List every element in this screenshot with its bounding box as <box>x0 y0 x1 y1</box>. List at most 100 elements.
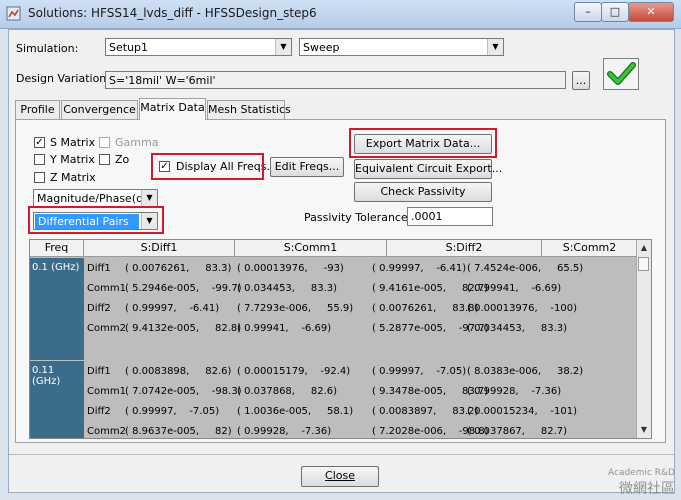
matrix-grid[interactable]: Freq S:Diff1 S:Comm1 S:Diff2 S:Comm2 0.1… <box>29 239 652 439</box>
display-all-freqs-checkbox[interactable]: ✓ <box>159 161 170 172</box>
passivity-tolerance-label: Passivity Tolerance: <box>304 211 412 224</box>
cell: ( 0.0076261, 83.8) <box>372 303 479 314</box>
cell: ( 1.0036e-005, 58.1) <box>237 406 354 417</box>
column-header-freq[interactable]: Freq <box>30 240 84 257</box>
design-variation-label: Design Variation: <box>16 72 110 85</box>
chevron-down-icon: ▼ <box>275 39 291 55</box>
edit-freqs-button[interactable]: Edit Freqs... <box>270 157 344 177</box>
cell: ( 0.99997, -7.05) <box>372 366 467 377</box>
cell: ( 8.0383e-006, 38.2) <box>467 366 584 377</box>
gamma-checkbox[interactable] <box>99 137 110 148</box>
y-matrix-label: Y Matrix <box>50 153 95 166</box>
browse-variation-button[interactable]: ... <box>572 71 590 90</box>
design-variation-field[interactable]: S='18mil' W='6mil' <box>105 71 566 89</box>
table-row[interactable]: Diff1 ( 0.0076261, 83.3) ( 0.00013976, -… <box>30 260 640 280</box>
watermark-line2: 微網社區 <box>619 481 675 497</box>
setup-value: Setup1 <box>109 41 149 54</box>
table-row[interactable]: Comm2 ( 9.4132e-005, 82.8) ( 0.99941, -6… <box>30 320 640 340</box>
chevron-down-icon: ▼ <box>487 39 503 55</box>
row-label: Comm1 <box>87 386 126 397</box>
column-header-sdiff2[interactable]: S:Diff2 <box>387 240 542 257</box>
setup-dropdown[interactable]: Setup1 ▼ <box>105 38 292 56</box>
cell: ( 9.4132e-005, 82.8) <box>125 323 242 334</box>
sweep-value: Sweep <box>303 41 340 54</box>
footer-separator <box>9 454 674 455</box>
s-matrix-checkbox[interactable]: ✓ <box>34 137 45 148</box>
app-icon <box>6 6 21 21</box>
watermark: Academic R&D 微網社區 <box>608 468 675 498</box>
column-header-scomm1[interactable]: S:Comm1 <box>235 240 387 257</box>
close-button[interactable]: Close <box>301 466 379 487</box>
scroll-down-icon[interactable]: ▼ <box>637 423 651 437</box>
z-matrix-label: Z Matrix <box>50 171 96 184</box>
grid-scrollbar[interactable]: ▲ ▼ <box>636 240 651 438</box>
cell: ( 0.99941, -6.69) <box>237 323 332 334</box>
column-header-scomm2[interactable]: S:Comm2 <box>542 240 638 257</box>
title-bar[interactable]: Solutions: HFSS14_lvds_diff - HFSSDesign… <box>0 0 681 29</box>
cell: ( 5.2946e-005, -99.7) <box>125 283 242 294</box>
watermark-line1: Academic R&D <box>608 468 675 478</box>
check-passivity-button[interactable]: Check Passivity <box>354 182 492 202</box>
cell: ( 0.034453, 83.3) <box>237 283 338 294</box>
table-row[interactable]: Comm2 ( 8.9637e-005, 82) ( 0.99928, -7.3… <box>30 423 640 438</box>
zo-label: Zo <box>115 153 130 166</box>
cell: ( 0.00013976, -100) <box>467 303 578 314</box>
maximize-button[interactable]: □ <box>601 2 629 22</box>
tab-matrix-data[interactable]: Matrix Data <box>139 98 206 120</box>
table-row[interactable]: Diff2 ( 0.99997, -7.05) ( 1.0036e-005, 5… <box>30 403 640 423</box>
cell: ( 0.99997, -6.41) <box>372 263 467 274</box>
cell: ( 0.99928, -7.36) <box>467 386 562 397</box>
table-row[interactable]: Comm1 ( 7.0742e-005, -98.3) ( 0.037868, … <box>30 383 640 403</box>
cell: ( 8.9637e-005, 82) <box>125 426 232 437</box>
export-matrix-button[interactable]: Export Matrix Data... <box>354 134 492 154</box>
zo-checkbox[interactable] <box>99 154 110 165</box>
scroll-up-icon[interactable]: ▲ <box>637 241 651 255</box>
format-value: Magnitude/Phase(deg <box>37 192 142 205</box>
tab-profile[interactable]: Profile <box>15 100 60 119</box>
cell: ( 0.034453, 83.3) <box>467 323 568 334</box>
passivity-tolerance-input[interactable]: .0001 <box>407 207 493 226</box>
cell: ( 0.99997, -6.41) <box>125 303 220 314</box>
pairs-value: Differential Pairs <box>35 214 139 229</box>
pairs-dropdown[interactable]: Differential Pairs ▼ <box>33 212 158 230</box>
row-label: Comm1 <box>87 283 126 294</box>
column-header-sdiff1[interactable]: S:Diff1 <box>84 240 235 257</box>
scroll-thumb[interactable] <box>638 257 649 271</box>
cell: ( 0.00015179, -92.4) <box>237 366 351 377</box>
simulation-label: Simulation: <box>16 42 79 55</box>
cell: ( 0.99997, -7.05) <box>125 406 220 417</box>
row-label: Comm2 <box>87 323 126 334</box>
format-dropdown[interactable]: Magnitude/Phase(deg ▼ <box>33 189 158 207</box>
row-label: Diff2 <box>87 406 111 417</box>
tab-convergence[interactable]: Convergence <box>61 100 138 119</box>
table-row[interactable]: Diff1 ( 0.0083898, 82.6) ( 0.00015179, -… <box>30 363 640 383</box>
equivalent-circuit-button[interactable]: Equivalent Circuit Export... <box>354 159 502 179</box>
status-indicator <box>603 58 639 90</box>
cell: ( 0.00013976, -93) <box>237 263 344 274</box>
sweep-dropdown[interactable]: Sweep ▼ <box>299 38 504 56</box>
table-row[interactable]: Diff2 ( 0.99997, -6.41) ( 7.7293e-006, 5… <box>30 300 640 320</box>
cell: ( 0.0083897, 83.2) <box>372 406 479 417</box>
checkmark-icon <box>607 62 636 85</box>
table-row[interactable]: Comm1 ( 5.2946e-005, -99.7) ( 0.034453, … <box>30 280 640 300</box>
cell: ( 0.037868, 82.6) <box>237 386 338 397</box>
cell: ( 7.0742e-005, -98.3) <box>125 386 242 397</box>
row-label: Diff1 <box>87 366 111 377</box>
cell: ( 0.99928, -7.36) <box>237 426 332 437</box>
chevron-down-icon: ▼ <box>141 190 157 206</box>
cell: ( 7.7293e-006, 55.9) <box>237 303 354 314</box>
s-matrix-label: S Matrix <box>50 136 96 149</box>
y-matrix-checkbox[interactable] <box>34 154 45 165</box>
cell: ( 0.00015234, -101) <box>467 406 578 417</box>
design-variation-value: S='18mil' W='6mil' <box>109 74 216 87</box>
minimize-button[interactable]: – <box>574 2 602 22</box>
cell: ( 0.037867, 82.7) <box>467 426 568 437</box>
row-label: Comm2 <box>87 426 126 437</box>
row-label: Diff1 <box>87 263 111 274</box>
z-matrix-checkbox[interactable] <box>34 172 45 183</box>
cell: ( 0.99941, -6.69) <box>467 283 562 294</box>
tab-mesh-statistics[interactable]: Mesh Statistics <box>207 100 291 119</box>
cell: ( 7.4524e-006, 65.5) <box>467 263 584 274</box>
row-label: Diff2 <box>87 303 111 314</box>
close-window-button[interactable]: ✕ <box>628 2 674 22</box>
